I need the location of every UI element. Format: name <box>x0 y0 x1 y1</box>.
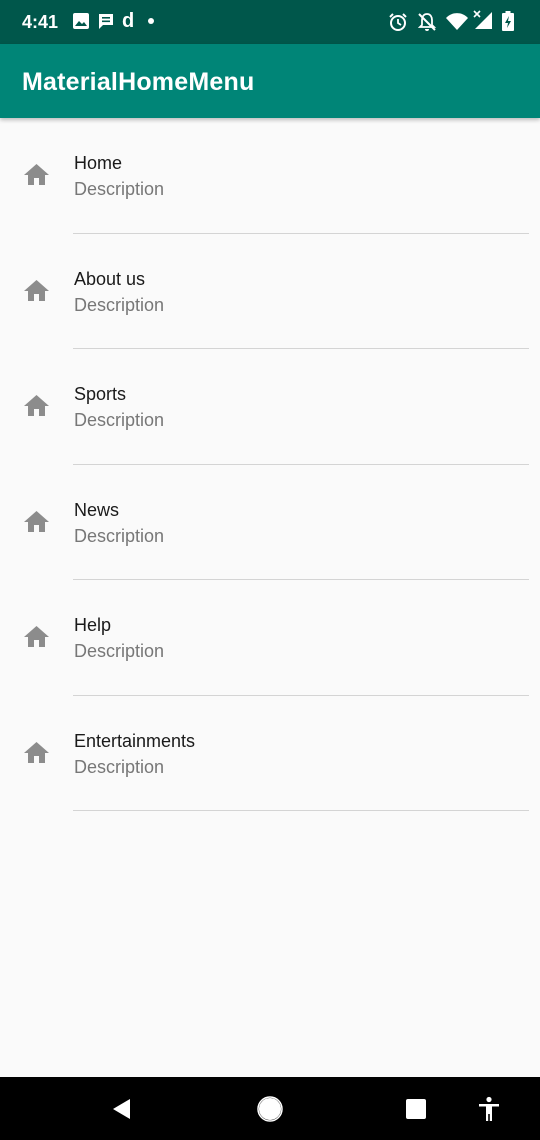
home-icon <box>24 395 49 416</box>
back-icon[interactable] <box>108 1095 136 1123</box>
notifications-off-icon <box>417 13 437 31</box>
notification-d: d <box>122 10 135 32</box>
home-icon <box>24 164 49 185</box>
menu-item-description: Description <box>74 179 165 199</box>
menu-item-title: Help <box>74 615 112 635</box>
home-circle-icon[interactable] <box>256 1095 284 1123</box>
more-notifications-dot <box>148 18 154 24</box>
home-icon <box>24 510 49 532</box>
menu-item-title: Entertainments <box>74 730 196 751</box>
battery-charging-icon <box>502 11 514 31</box>
signal-icon <box>473 10 492 29</box>
menu-item-title: Home <box>74 153 123 173</box>
menu-item-description: Description <box>74 410 165 430</box>
menu-item-help[interactable]: Help Description <box>0 580 540 696</box>
menu-item-entertainments[interactable]: Entertainments Description <box>0 696 540 811</box>
home-icon <box>24 279 49 301</box>
menu-item-home[interactable]: Home Description <box>0 118 540 234</box>
menu-item-title: Sports <box>74 384 127 404</box>
menu-list: Home Description About us Description Sp… <box>0 118 540 811</box>
app-bar: MaterialHomeMenu <box>0 44 540 118</box>
status-bar: 4:41 d <box>0 0 540 44</box>
status-time: 4:41 <box>22 12 59 32</box>
wifi-icon <box>446 13 468 30</box>
menu-item-description: Description <box>74 756 165 777</box>
home-icon <box>24 741 49 763</box>
menu-item-title: About us <box>74 268 146 289</box>
menu-item-title: News <box>74 499 120 520</box>
message-icon <box>99 14 113 29</box>
divider <box>73 810 529 811</box>
recents-icon[interactable] <box>402 1095 430 1123</box>
menu-item-about-us[interactable]: About us Description <box>0 234 540 349</box>
menu-item-description: Description <box>74 294 165 315</box>
alarm-icon <box>389 13 407 31</box>
home-icon <box>24 626 49 647</box>
app-title: MaterialHomeMenu <box>22 68 255 96</box>
menu-item-sports[interactable]: Sports Description <box>0 349 540 465</box>
image-icon <box>73 13 89 29</box>
menu-item-description: Description <box>74 641 165 661</box>
navigation-bar <box>0 1077 540 1140</box>
accessibility-icon[interactable] <box>475 1095 503 1123</box>
menu-item-description: Description <box>74 525 165 546</box>
menu-item-news[interactable]: News Description <box>0 465 540 580</box>
